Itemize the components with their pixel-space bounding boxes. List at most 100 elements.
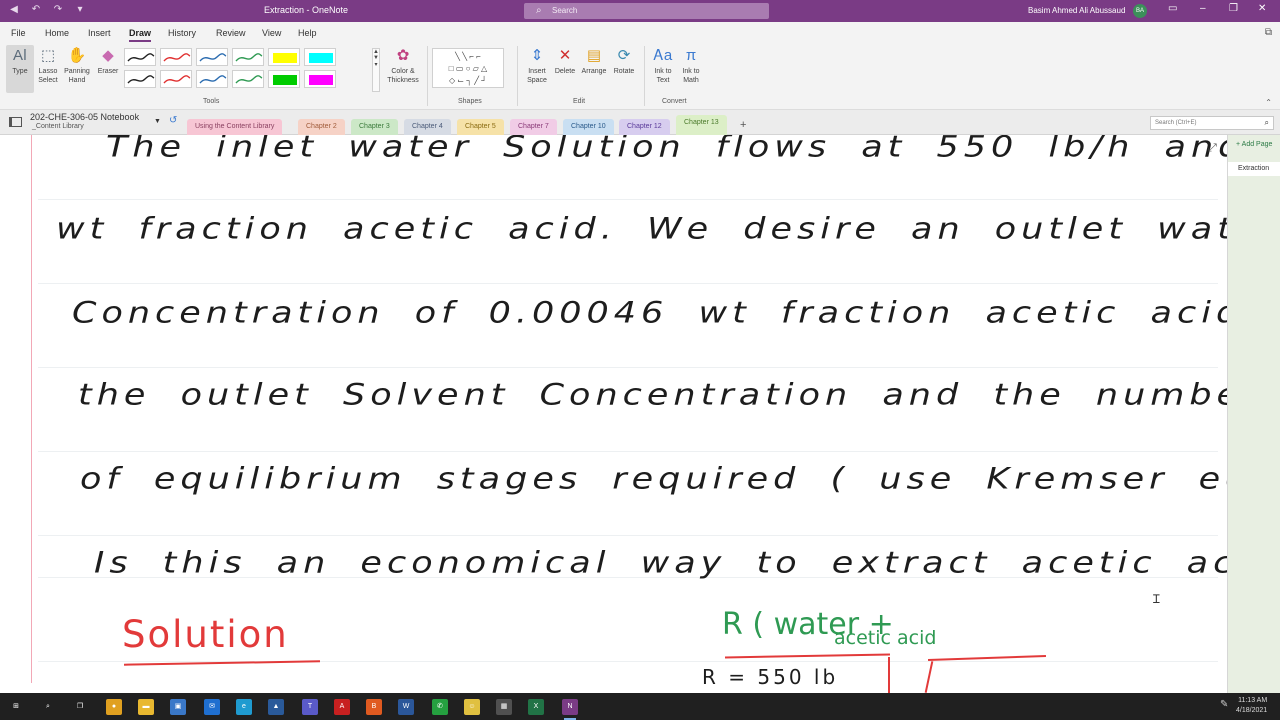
pen-gallery-more-icon[interactable]: ▲ ▼ ▾ (372, 48, 380, 92)
section-tab-chapter-5[interactable]: Chapter 5 (457, 119, 504, 135)
pen-9[interactable] (196, 70, 228, 88)
taskbar-excel-icon[interactable]: X (528, 699, 544, 715)
section-tab-chapter-10[interactable]: Chapter 10 (563, 119, 614, 135)
eraser-button[interactable]: ◆ Eraser (95, 45, 121, 76)
undo-icon[interactable]: ↶ (30, 4, 42, 16)
taskbar-search-icon[interactable]: ⌕ (40, 699, 56, 715)
taskbar-task-view-icon[interactable]: ❐ (72, 699, 88, 715)
tab-help[interactable]: Help (298, 28, 317, 38)
add-page-button[interactable]: + Add Page (1236, 141, 1272, 148)
navigate-back-icon[interactable]: ↺ (169, 115, 177, 126)
notebook-icon[interactable] (9, 117, 22, 127)
minimize-icon[interactable]: – (1200, 3, 1206, 14)
handwriting-line-3: Concentration of 0.00046 wt fraction ace… (72, 296, 1227, 330)
notebook-name[interactable]: 202-CHE-306-05 Notebook (30, 112, 139, 122)
tab-insert[interactable]: Insert (88, 28, 111, 38)
title-bar: ◀ ↶ ↷ ▾ Extraction - OneNote ⌕ Search Ba… (0, 0, 1280, 22)
ink-to-text-button[interactable]: Ꭺa Ink to Text (650, 45, 676, 85)
tab-review[interactable]: Review (216, 28, 246, 38)
chevron-down-icon[interactable]: ▼ (154, 118, 161, 125)
notebook-section-name[interactable]: _Content Library (32, 123, 84, 130)
pen-8[interactable] (160, 70, 192, 88)
taskbar-mail-icon[interactable]: ✉ (204, 699, 220, 715)
section-tab-using-the-content-library[interactable]: Using the Content Library (187, 119, 283, 135)
avatar[interactable]: BA (1133, 4, 1147, 18)
add-section-icon[interactable]: + (740, 119, 746, 131)
draw-ribbon: Aǀ Type ⬚ Lasso Select ✋ Panning Hand ◆ … (0, 42, 1280, 110)
ribbon-tabs: File Home Insert Draw History Review Vie… (0, 22, 1280, 42)
taskbar: ⊞ ⌕ ❐ ● ▬ ▣ ✉ e ▲ T A B W ✆ ☺ ▦ X N ✎ 11:13 AM 4/18/2021 (0, 693, 1280, 720)
pen-10[interactable] (232, 70, 264, 88)
redo-icon[interactable]: ↷ (52, 4, 64, 16)
back-icon[interactable]: ◀ (8, 4, 20, 16)
pen-workspace-icon[interactable]: ✎ (1220, 699, 1228, 710)
ink-to-math-icon: π (685, 47, 697, 64)
close-icon[interactable]: ✕ (1258, 3, 1266, 14)
maximize-icon[interactable]: ❐ (1229, 3, 1238, 14)
search-placeholder: Search (552, 6, 578, 15)
pen-2[interactable] (160, 48, 192, 66)
taskbar-chrome-icon[interactable]: ● (106, 699, 122, 715)
color-thickness-button[interactable]: ✿ Color & Thickness (384, 45, 422, 85)
tab-home[interactable]: Home (45, 28, 69, 38)
taskbar-store-icon[interactable]: ▣ (170, 699, 186, 715)
section-tab-chapter-4[interactable]: Chapter 4 (404, 119, 451, 135)
pen-4[interactable] (232, 48, 264, 66)
diamond-shapes-icon: ◇ ⌙ ┐ ╱ ┘ (449, 76, 487, 85)
page-search-input[interactable]: Search (Ctrl+E) ⌕ (1150, 116, 1274, 130)
taskbar-calculator-icon[interactable]: ▦ (496, 699, 512, 715)
taskbar-brave-icon[interactable]: B (366, 699, 382, 715)
taskbar-onenote-icon[interactable]: N (562, 699, 578, 720)
delete-button[interactable]: ✕ Delete (551, 45, 579, 76)
ruled-line (38, 283, 1218, 284)
section-tab-chapter-13[interactable]: Chapter 13 (676, 115, 727, 135)
taskbar-file-explorer-icon[interactable]: ▬ (138, 699, 154, 715)
section-tab-chapter-12[interactable]: Chapter 12 (619, 119, 670, 135)
pen-7[interactable] (124, 70, 156, 88)
tab-view[interactable]: View (262, 28, 281, 38)
pages-pane: + Add Page Extraction (1227, 135, 1280, 693)
taskbar-sticky-icon[interactable]: ☺ (464, 699, 480, 715)
panning-hand-button[interactable]: ✋ Panning Hand (61, 45, 93, 85)
section-tab-chapter-2[interactable]: Chapter 2 (298, 119, 345, 135)
taskbar-start-icon[interactable]: ⊞ (8, 699, 24, 715)
text-cursor-icon: Ɪ (1153, 592, 1160, 606)
tab-file[interactable]: File (11, 28, 26, 38)
customize-toolbar-icon[interactable]: ▾ (74, 4, 86, 16)
section-tab-chapter-7[interactable]: Chapter 7 (510, 119, 557, 135)
arrange-button[interactable]: ▤ Arrange (579, 45, 609, 76)
shapes-gallery[interactable]: ╲ ╲ ⌐ ⌐ □ ▭ ○ ▱ △ ◇ ⌙ ┐ ╱ ┘ (432, 48, 504, 88)
taskbar-teams-icon[interactable]: T (302, 699, 318, 715)
page-item-extraction[interactable]: Extraction (1228, 162, 1280, 176)
clock[interactable]: 11:13 AM 4/18/2021 (1236, 696, 1267, 716)
pen-11[interactable] (268, 70, 300, 88)
rotate-icon: ⟳ (617, 47, 631, 64)
pen-12[interactable] (304, 70, 336, 88)
lasso-select-button[interactable]: ⬚ Lasso Select (36, 45, 60, 85)
ribbon-display-icon[interactable]: ▭ (1168, 3, 1177, 14)
divider (644, 46, 645, 106)
insert-space-button[interactable]: ⇕ Insert Space (523, 45, 551, 85)
ink-to-math-button[interactable]: π Ink to Math (678, 45, 704, 85)
collapse-ribbon-icon[interactable]: ⌃ (1265, 98, 1272, 107)
page-canvas[interactable]: The inlet water Solution flows at 550 lb… (0, 135, 1227, 693)
tab-history[interactable]: History (168, 28, 196, 38)
taskbar-edge-icon[interactable]: e (236, 699, 252, 715)
taskbar-word-icon[interactable]: W (398, 699, 414, 715)
pen-5[interactable] (268, 48, 300, 66)
search-input[interactable]: ⌕ Search (524, 3, 769, 19)
type-button[interactable]: Aǀ Type (6, 45, 34, 93)
pen-1[interactable] (124, 48, 156, 66)
pen-3[interactable] (196, 48, 228, 66)
taskbar-photos-icon[interactable]: ▲ (268, 699, 284, 715)
share-icon[interactable]: ⧉ (1265, 27, 1272, 38)
expand-page-icon[interactable]: ⤢ (1208, 142, 1217, 155)
pen-6[interactable] (304, 48, 336, 66)
tab-draw[interactable]: Draw (129, 28, 152, 42)
ruled-line (38, 451, 1218, 452)
taskbar-acrobat-icon[interactable]: A (334, 699, 350, 715)
user-name[interactable]: Basim Ahmed Ali Abussaud (1028, 6, 1125, 15)
section-tab-chapter-3[interactable]: Chapter 3 (351, 119, 398, 135)
taskbar-whatsapp-icon[interactable]: ✆ (432, 699, 448, 715)
rotate-button[interactable]: ⟳ Rotate (610, 45, 638, 76)
